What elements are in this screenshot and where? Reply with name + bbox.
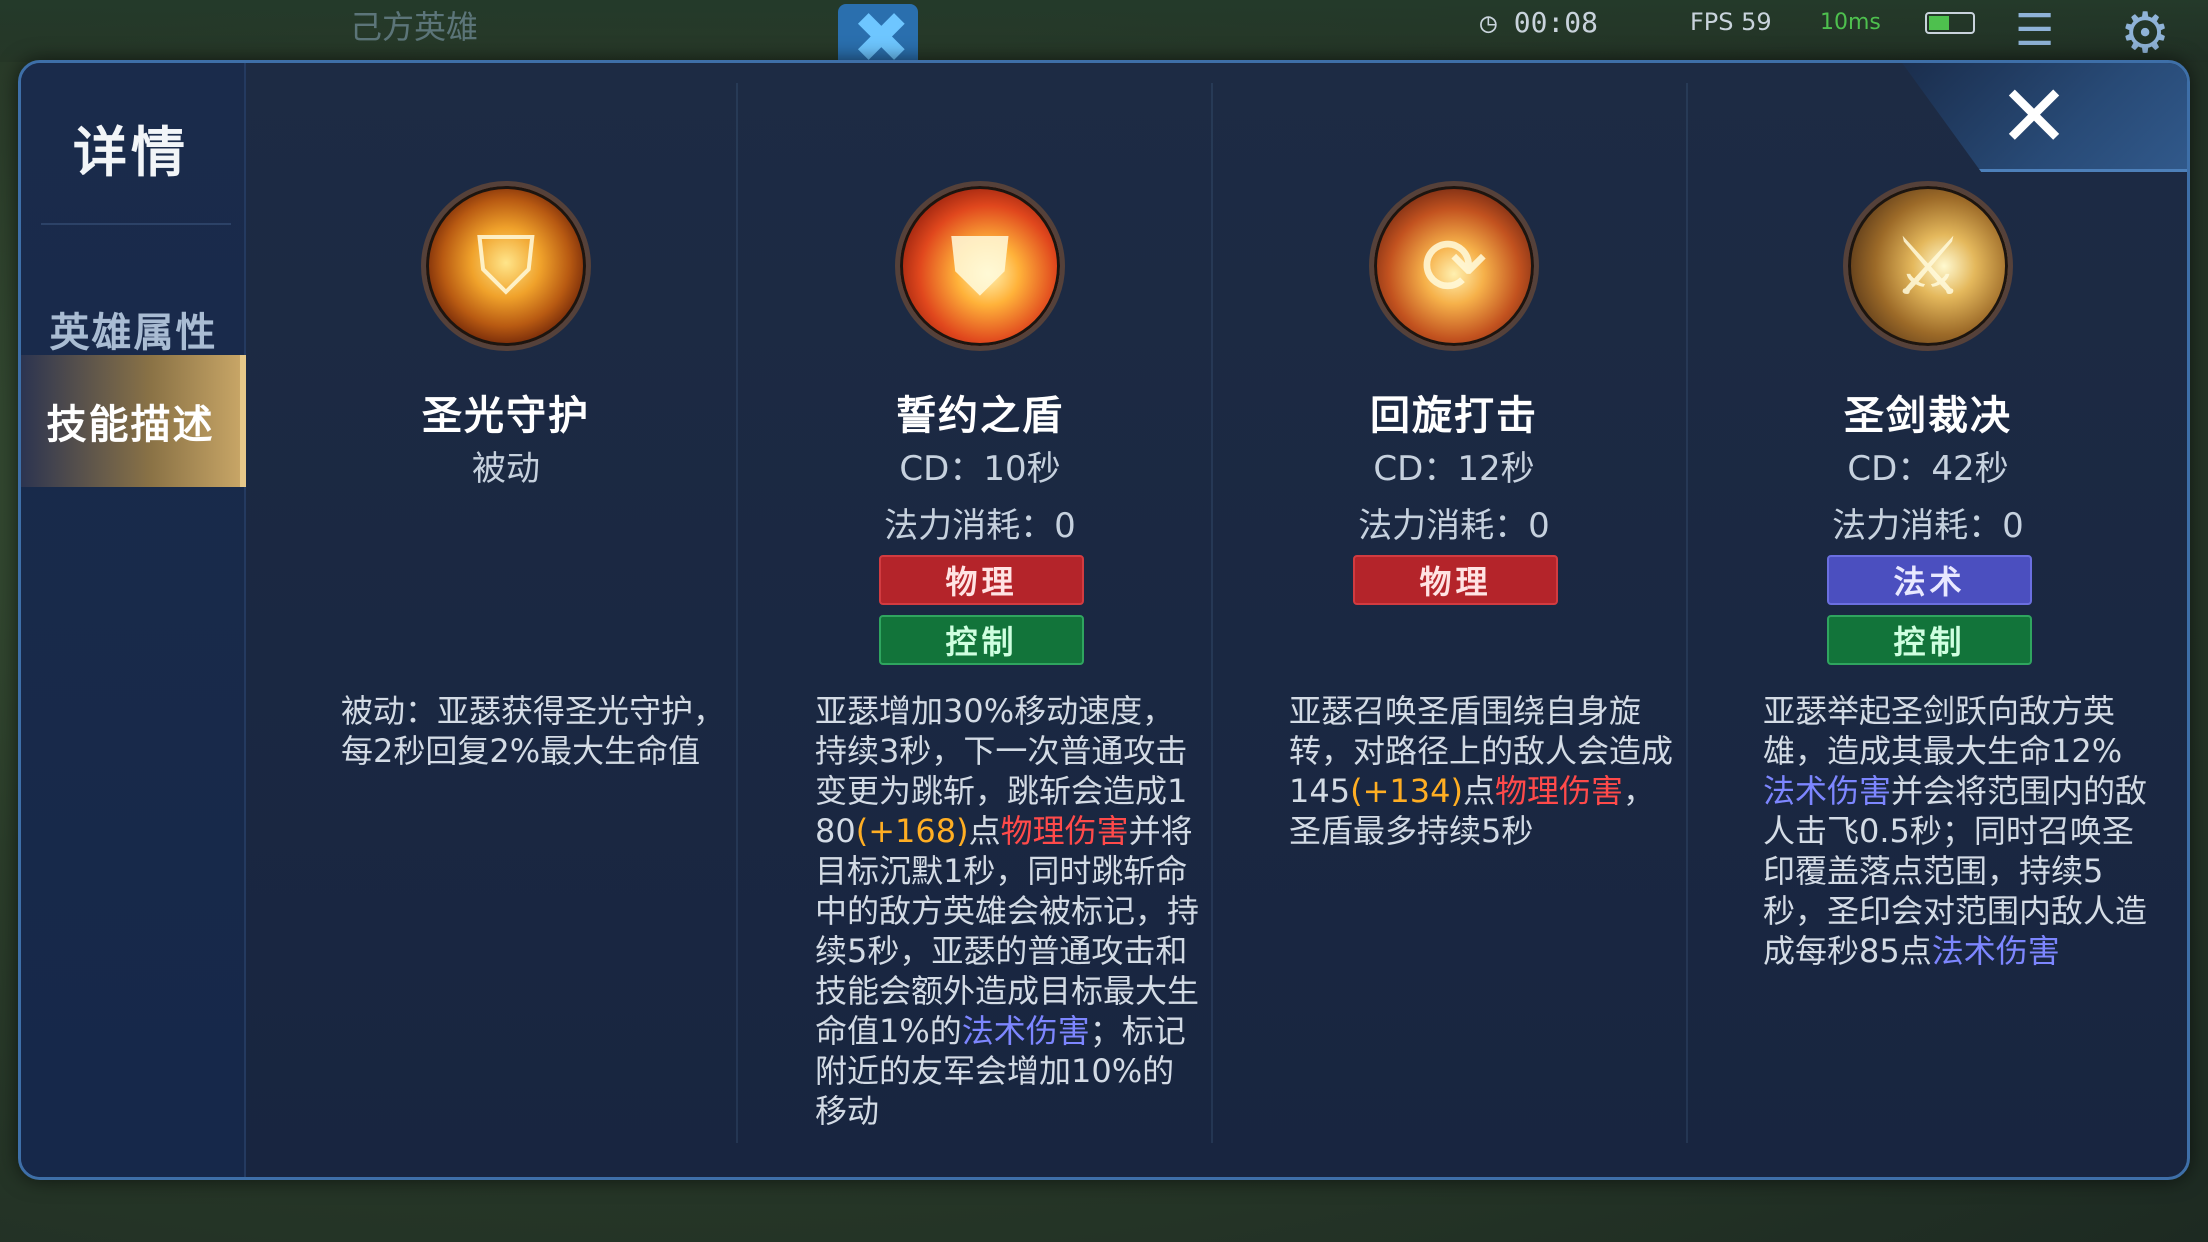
highlight-blue: 法术伤害	[1763, 772, 1892, 810]
skill-description: 亚瑟召唤圣盾围绕自身旋转，对路径上的敌人会造成145(+134)点物理伤害，圣盾…	[1289, 691, 1679, 851]
highlight-blue: 法术伤害	[961, 1012, 1090, 1050]
skill-type: 被动	[472, 449, 540, 489]
skill-description: 被动：亚瑟获得圣光守护，每2秒回复2%最大生命值	[341, 691, 731, 771]
tag-physical: 物理	[879, 555, 1084, 605]
gear-icon[interactable]: ⚙	[2120, 4, 2170, 64]
skill-mana-cost: 法力消耗：0	[1832, 506, 2024, 546]
skill-card-2: ⟳ 回旋打击 CD：12秒 法力消耗：0 物理 亚瑟召唤圣盾围绕自身旋转，对路径…	[1219, 63, 1689, 1177]
skill-name: 圣光守护	[422, 393, 590, 439]
ping-indicator: 10ms	[1820, 10, 1881, 35]
tab-skill-description[interactable]: 技能描述	[21, 355, 246, 487]
skill-description: 亚瑟增加30%移动速度，持续3秒，下一次普通攻击变更为跳斩，跳斩会造成180(+…	[815, 691, 1205, 1131]
tag-magic: 法术	[1827, 555, 2032, 605]
holy-shield-emblem-icon: ⛉	[421, 181, 591, 351]
divider	[41, 223, 231, 225]
skill-card-1: ⛊ 誓约之盾 CD：10秒 法力消耗：0 物理 控制 亚瑟增加30%移动速度，持…	[745, 63, 1215, 1177]
team-label: 己方英雄	[350, 8, 479, 46]
highlight-red: 物理伤害	[1000, 812, 1129, 850]
timer-value: 00:08	[1513, 6, 1599, 39]
skill-cooldown: CD：42秒	[1847, 449, 2009, 489]
skill-card-ultimate: ⚔ 圣剑裁决 CD：42秒 法力消耗：0 法术 控制 亚瑟举起圣剑跃向敌方英雄，…	[1693, 63, 2163, 1177]
holy-sword-knight-icon: ⚔	[1843, 181, 2013, 351]
fps-indicator: FPS 59	[1690, 8, 1772, 36]
spinning-shield-icon: ⟳	[1369, 181, 1539, 351]
skill-name: 圣剑裁决	[1844, 393, 2012, 439]
desc-text: 点	[968, 812, 1001, 850]
desc-text: 点	[1462, 772, 1495, 810]
skill-card-passive: ⛉ 圣光守护 被动 被动：亚瑟获得圣光守护，每2秒回复2%最大生命值	[271, 63, 741, 1177]
desc-text: 被动：亚瑟获得圣光守护，每2秒回复2%最大生命值	[341, 692, 726, 770]
panel-title: 详情	[73, 121, 189, 184]
skill-cooldown: CD：10秒	[899, 449, 1061, 489]
tag-control: 控制	[1827, 615, 2032, 665]
skill-name: 誓约之盾	[896, 393, 1064, 439]
tag-control: 控制	[879, 615, 1084, 665]
highlight-red: 物理伤害	[1494, 772, 1623, 810]
highlight-blue: 法术伤害	[1931, 932, 2060, 970]
skill-cooldown: CD：12秒	[1373, 449, 1535, 489]
menu-icon[interactable]: ☰	[2015, 6, 2054, 56]
skill-mana-cost: 法力消耗：0	[1358, 506, 1550, 546]
desc-text: 亚瑟举起圣剑跃向敌方英雄，造成其最大生命12%	[1763, 692, 2123, 770]
sidebar: 详情 英雄属性 技能描述	[21, 63, 246, 1177]
highlight-orange: (+134)	[1350, 772, 1463, 810]
tag-physical: 物理	[1353, 555, 1558, 605]
details-panel: 详情 英雄属性 技能描述 ✕ ⛉ 圣光守护 被动 被动：亚瑟获得圣光守护，每2秒…	[18, 60, 2190, 1180]
flaming-shield-icon: ⛊	[895, 181, 1065, 351]
battery-icon	[1925, 12, 1975, 34]
skill-description: 亚瑟举起圣剑跃向敌方英雄，造成其最大生命12%法术伤害并会将范围内的敌人击飞0.…	[1763, 691, 2153, 971]
skill-mana-cost: 法力消耗：0	[884, 506, 1076, 546]
highlight-orange: (+168)	[855, 812, 969, 850]
match-timer: ◷ 00:08	[1480, 6, 1599, 39]
skill-name: 回旋打击	[1370, 393, 1538, 439]
